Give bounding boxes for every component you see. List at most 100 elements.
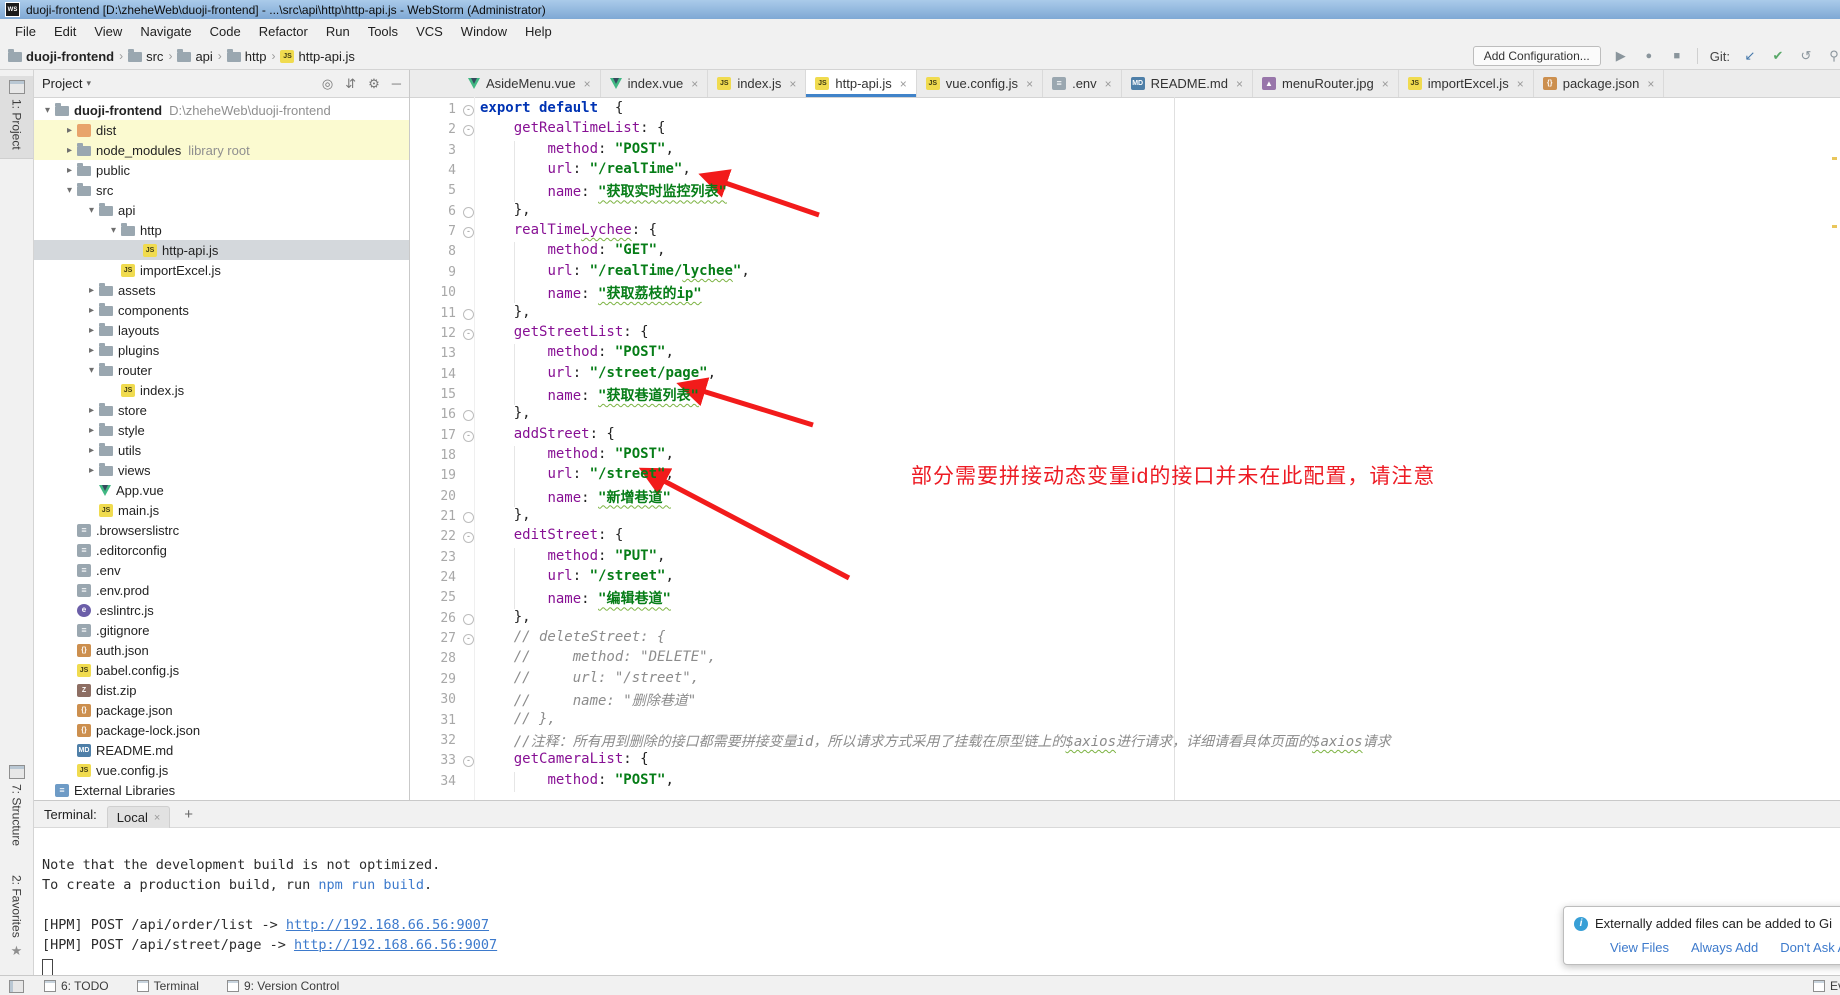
tree-item-node_modules[interactable]: ▸node_moduleslibrary root [34,140,409,160]
add-configuration-button[interactable]: Add Configuration... [1473,46,1601,66]
fold-end-icon[interactable] [463,207,474,218]
fold-collapse-icon[interactable]: - [463,329,474,340]
chevron-collapsed-icon[interactable]: ▸ [84,445,99,456]
gear-icon[interactable]: ⚙ [368,76,380,92]
tool-window-button-structure[interactable]: 7: Structure [0,765,33,846]
notification-balloon[interactable]: i Externally added files can be added to… [1563,906,1840,965]
tree-item-.browserslistrc[interactable]: ≡.browserslistrc [34,520,409,540]
editor-tab-README.md[interactable]: MDREADME.md× [1122,70,1253,97]
terminal-link[interactable]: http://192.168.66.56:9007 [286,917,489,933]
notification-action-always-add[interactable]: Always Add [1691,940,1758,955]
commit-icon[interactable]: ✔ [1770,48,1786,64]
run-icon[interactable]: ▶ [1613,48,1629,64]
fold-end-icon[interactable] [463,512,474,523]
menu-item-vcs[interactable]: VCS [407,22,452,41]
code-line[interactable]: getRealTimeList: { [480,120,1840,140]
update-project-icon[interactable]: ↙ [1742,48,1758,64]
code-line[interactable]: realTimeLychee: { [480,222,1840,242]
code-line[interactable]: name: "获取巷道列表" [480,385,1840,405]
code-line[interactable]: // deleteStreet: { [480,629,1840,649]
tree-item-dist[interactable]: ▸dist [34,120,409,140]
chevron-collapsed-icon[interactable]: ▸ [84,405,99,416]
tree-item-http[interactable]: ▾http [34,220,409,240]
menu-item-tools[interactable]: Tools [359,22,407,41]
breadcrumb-segment-api[interactable]: api [177,49,212,64]
tree-item-utils[interactable]: ▸utils [34,440,409,460]
code-line[interactable]: }, [480,202,1840,222]
code-line[interactable]: // url: "/street", [480,670,1840,690]
editor-tab-http-api.js[interactable]: JShttp-api.js× [806,70,916,97]
code-line[interactable]: }, [480,405,1840,425]
tree-item-App.vue[interactable]: App.vue [34,480,409,500]
fold-end-icon[interactable] [463,410,474,421]
code-line[interactable]: getStreetList: { [480,324,1840,344]
tab-close-icon[interactable]: × [691,77,698,91]
editor-tab-index.vue[interactable]: index.vue× [601,70,709,97]
code-line[interactable]: // method: "DELETE", [480,649,1840,669]
tab-close-icon[interactable]: × [1382,77,1389,91]
event-log-label[interactable]: Ev [1830,979,1840,993]
notification-action-view-files[interactable]: View Files [1610,940,1669,955]
menu-item-window[interactable]: Window [452,22,516,41]
chevron-collapsed-icon[interactable]: ▸ [84,305,99,316]
status-item-6-todo[interactable]: 6: TODO [44,979,109,993]
tab-close-icon[interactable]: × [1105,77,1112,91]
tab-close-icon[interactable]: × [1517,77,1524,91]
hide-icon[interactable]: ─ [392,76,401,92]
tree-item-vue.config.js[interactable]: JSvue.config.js [34,760,409,780]
breadcrumb-segment-duoji-frontend[interactable]: duoji-frontend [8,49,114,64]
code-editor[interactable]: 部分需要拼接动态变量id的接口并未在此配置，请注意 1-export defau… [410,97,1840,800]
collapse-all-icon[interactable]: ⇵ [345,76,356,92]
code-line[interactable]: getCameraList: { [480,751,1840,771]
status-item-9-version-control[interactable]: 9: Version Control [227,979,339,993]
chevron-collapsed-icon[interactable]: ▸ [84,465,99,476]
tree-item-.env[interactable]: ≡.env [34,560,409,580]
history-icon[interactable]: ↺ [1798,48,1814,64]
tab-close-icon[interactable]: × [1026,77,1033,91]
terminal-link[interactable]: http://192.168.66.56:9007 [294,937,497,953]
fold-collapse-icon[interactable]: - [463,125,474,136]
tree-item-External Libraries[interactable]: ≡External Libraries [34,780,409,800]
tree-item-router[interactable]: ▾router [34,360,409,380]
tree-item-package-lock.json[interactable]: {}package-lock.json [34,720,409,740]
tab-close-icon[interactable]: × [584,77,591,91]
code-line[interactable]: method: "POST", [480,344,1840,364]
code-line[interactable]: method: "PUT", [480,548,1840,568]
chevron-down-icon[interactable]: ▾ [86,78,91,89]
tree-item-api[interactable]: ▾api [34,200,409,220]
menu-item-code[interactable]: Code [201,22,250,41]
tab-close-icon[interactable]: × [789,77,796,91]
tree-item-duoji-frontend[interactable]: ▾duoji-frontendD:\zheheWeb\duoji-fronten… [34,100,409,120]
chevron-expanded-icon[interactable]: ▾ [84,365,99,376]
code-line[interactable]: method: "POST", [480,141,1840,161]
menu-item-file[interactable]: File [6,22,45,41]
tree-item-public[interactable]: ▸public [34,160,409,180]
project-view-selector[interactable]: Project [42,76,82,91]
chevron-expanded-icon[interactable]: ▾ [40,105,55,116]
code-line[interactable]: url: "/street", [480,568,1840,588]
code-line[interactable]: name: "获取实时监控列表" [480,181,1840,201]
breadcrumb-segment-http[interactable]: http [227,49,267,64]
tab-close-icon[interactable]: × [1647,77,1654,91]
locate-icon[interactable]: ◎ [322,76,333,92]
editor-tab-package.json[interactable]: {}package.json× [1534,70,1665,97]
tree-item-package.json[interactable]: {}package.json [34,700,409,720]
tree-item-http-api.js[interactable]: JShttp-api.js [34,240,409,260]
tree-item-main.js[interactable]: JSmain.js [34,500,409,520]
chevron-collapsed-icon[interactable]: ▸ [62,125,77,136]
chevron-collapsed-icon[interactable]: ▸ [84,345,99,356]
editor-tab-index.js[interactable]: JSindex.js× [708,70,806,97]
code-line[interactable]: method: "GET", [480,242,1840,262]
chevron-collapsed-icon[interactable]: ▸ [84,425,99,436]
tree-item-views[interactable]: ▸views [34,460,409,480]
tool-windows-toggle-icon[interactable] [9,980,24,993]
editor-tab-.env[interactable]: ≡.env× [1043,70,1122,97]
code-line[interactable]: }, [480,609,1840,629]
stop-icon[interactable]: ■ [1669,50,1685,62]
tree-item-.gitignore[interactable]: ≡.gitignore [34,620,409,640]
fold-collapse-icon[interactable]: - [463,532,474,543]
tab-close-icon[interactable]: × [1236,77,1243,91]
chevron-collapsed-icon[interactable]: ▸ [84,325,99,336]
tree-item-README.md[interactable]: MDREADME.md [34,740,409,760]
editor-tab-importExcel.js[interactable]: JSimportExcel.js× [1399,70,1534,97]
